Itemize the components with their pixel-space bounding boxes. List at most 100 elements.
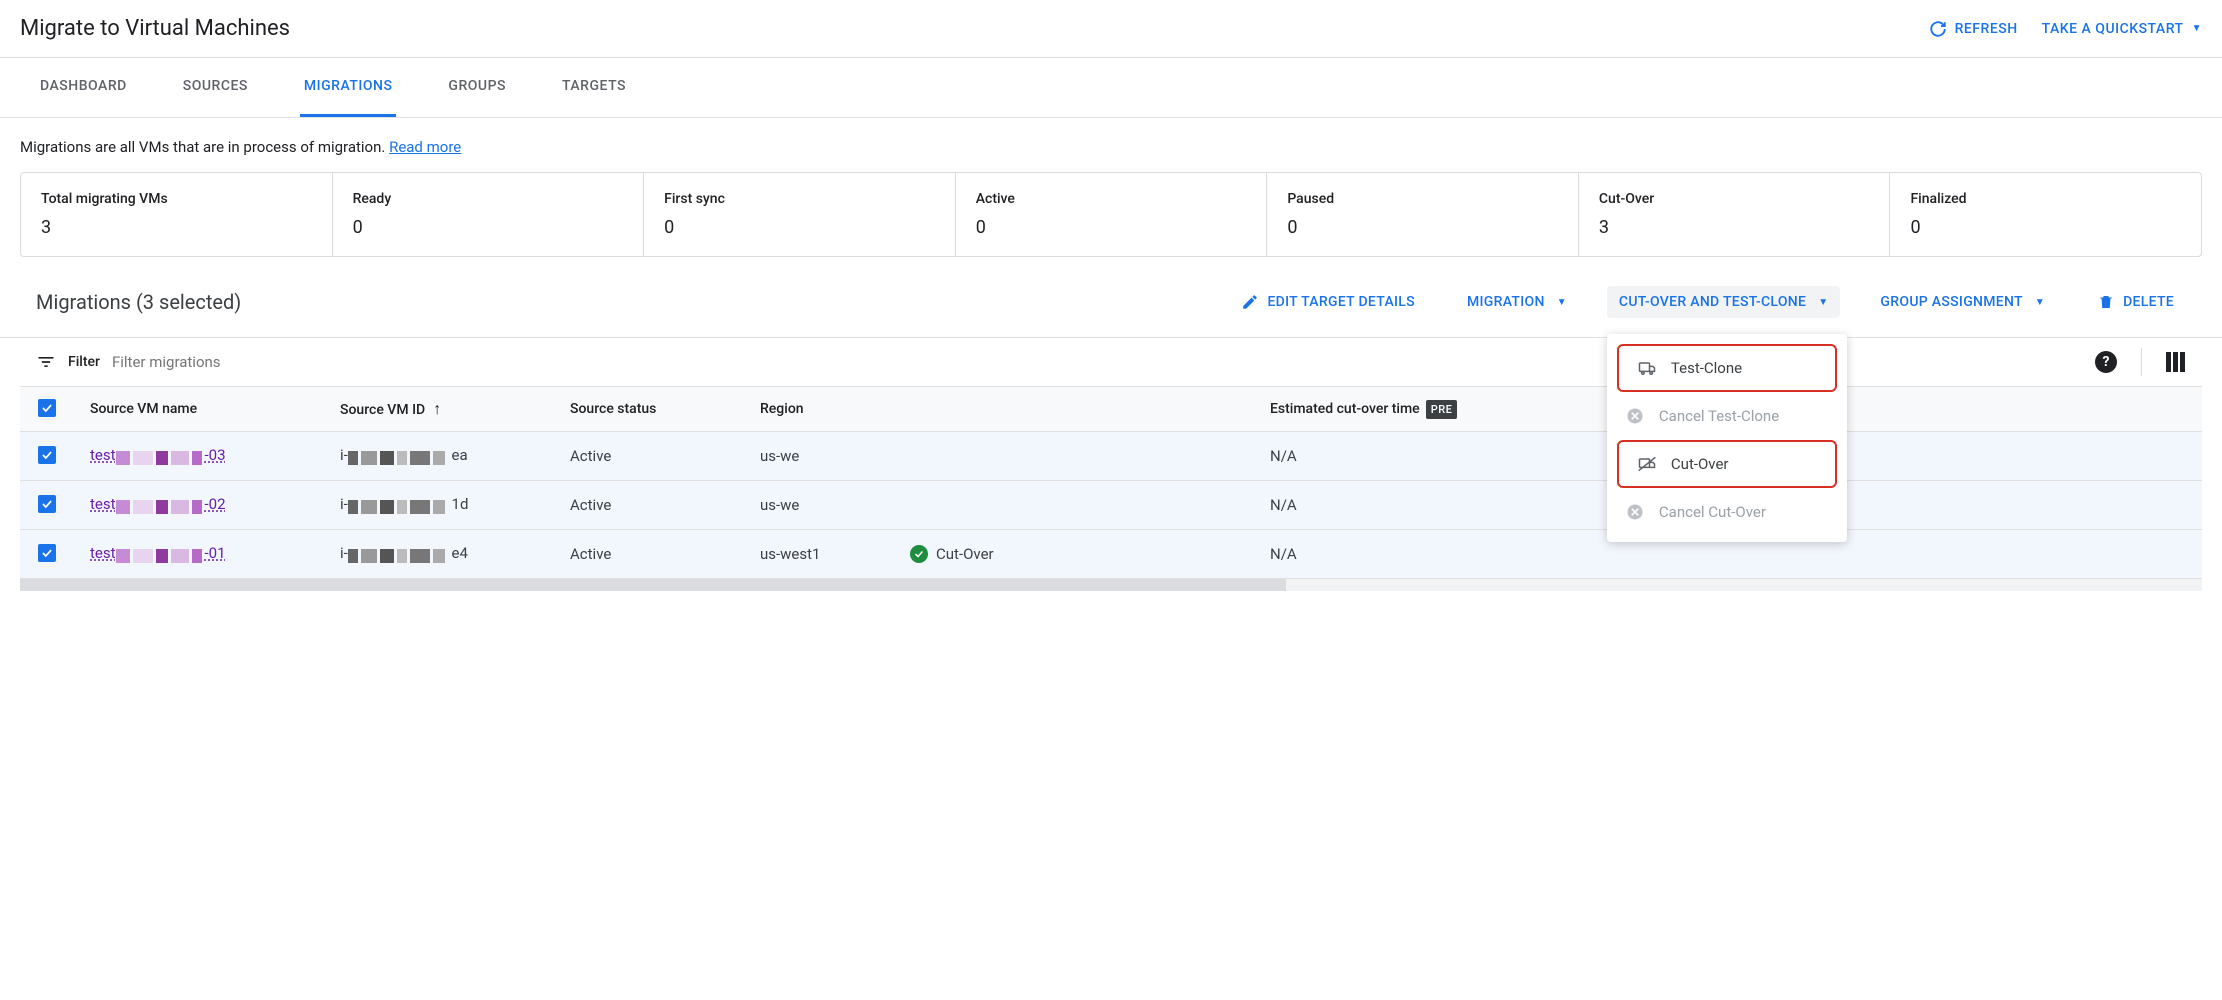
col-id-label: Source VM ID <box>340 402 425 418</box>
chevron-down-icon: ▼ <box>2035 297 2045 308</box>
stat-item: Ready0 <box>333 173 645 256</box>
group-assignment-label: GROUP ASSIGNMENT <box>1880 294 2022 310</box>
quickstart-button[interactable]: TAKE A QUICKSTART ▼ <box>2042 21 2202 37</box>
delete-button[interactable]: DELETE <box>2085 285 2186 319</box>
stat-label: Total migrating VMs <box>41 191 312 207</box>
migration-status-label: Cut-Over <box>936 545 994 563</box>
header-actions: REFRESH TAKE A QUICKSTART ▼ <box>1929 20 2202 38</box>
vm-id: i- 1d <box>324 481 554 530</box>
edit-target-button[interactable]: EDIT TARGET DETAILS <box>1229 285 1427 319</box>
stat-value: 3 <box>41 217 312 238</box>
stat-item: Cut-Over 3 <box>1579 173 1891 256</box>
table-wrap: Source VM name Source VM ID ↑ Source stat… <box>20 386 2202 579</box>
stat-value: 0 <box>664 217 935 238</box>
col-checkbox <box>20 387 74 432</box>
tab-targets[interactable]: TARGETS <box>558 58 630 117</box>
col-source-vm-name[interactable]: Source VM name <box>74 387 324 432</box>
trash-icon <box>2097 293 2115 311</box>
row-checkbox[interactable] <box>38 495 56 513</box>
stat-item: First sync 0 <box>644 173 956 256</box>
select-all-checkbox[interactable] <box>38 399 56 417</box>
source-status: Active <box>554 530 744 579</box>
cutover-testclone-button[interactable]: CUT-OVER AND TEST-CLONE ▼ <box>1607 286 1841 318</box>
table-row[interactable]: test-01i- e4Activeus-west1Cut-OverN/A <box>20 530 2202 579</box>
stat-value: 0 <box>1287 217 1558 238</box>
row-checkbox[interactable] <box>38 544 56 562</box>
dropdown-cancel-cut-over[interactable]: Cancel Cut-Over <box>1607 490 1847 534</box>
stat-label: Cut-Over <box>1599 191 1870 207</box>
col-region[interactable]: Region <box>744 387 894 432</box>
chevron-down-icon: ▼ <box>2192 23 2202 34</box>
cutover-dropdown: Test-Clone Cancel Test-Clone Cut-Over Ca… <box>1607 334 1847 542</box>
source-status: Active <box>554 432 744 481</box>
cancel-icon <box>1625 406 1645 426</box>
scrollbar-thumb[interactable] <box>20 579 1286 591</box>
description: Migrations are all VMs that are in proce… <box>0 118 2222 172</box>
col-source-vm-id[interactable]: Source VM ID ↑ <box>324 387 554 432</box>
stat-value: 0 <box>976 217 1247 238</box>
region: us-west1 <box>744 530 894 579</box>
dropdown-test-clone[interactable]: Test-Clone <box>1619 346 1835 390</box>
vm-name-link[interactable]: test-02 <box>90 495 226 513</box>
tab-dashboard[interactable]: DASHBOARD <box>36 58 131 117</box>
quickstart-label: TAKE A QUICKSTART <box>2042 21 2184 37</box>
vm-name-link[interactable]: test-01 <box>90 544 226 562</box>
check-icon <box>910 545 928 563</box>
stat-item: Paused 0 <box>1267 173 1579 256</box>
table-row[interactable]: test-02i- 1dActiveus-weN/A <box>20 481 2202 530</box>
table-row[interactable]: test-03i- eaActiveus-weN/A <box>20 432 2202 481</box>
toolbar: Migrations (3 selected) EDIT TARGET DETA… <box>0 257 2222 337</box>
cutover-label: CUT-OVER AND TEST-CLONE <box>1619 294 1806 310</box>
stats-box: Total migrating VMs3Ready0First sync0Act… <box>20 172 2202 257</box>
stat-label: Paused <box>1287 191 1558 207</box>
col-est-time-label: Estimated cut-over time <box>1270 401 1420 417</box>
delete-label: DELETE <box>2123 294 2174 310</box>
filter-bar: Filter ? <box>0 337 2222 386</box>
cut-over-icon <box>1637 454 1657 474</box>
col-source-status[interactable]: Source status <box>554 387 744 432</box>
page-title: Migrate to Virtual Machines <box>20 16 290 41</box>
vm-id: i- e4 <box>324 530 554 579</box>
stat-label: Finalized <box>1910 191 2181 207</box>
refresh-button[interactable]: REFRESH <box>1929 20 2018 38</box>
help-icon[interactable]: ? <box>2095 351 2117 373</box>
stat-label: Active <box>976 191 1247 207</box>
tab-migrations[interactable]: MIGRATIONS <box>300 58 397 117</box>
migration-button[interactable]: MIGRATION ▼ <box>1455 286 1579 318</box>
stat-label: First sync <box>664 191 935 207</box>
refresh-icon <box>1929 20 1947 38</box>
cancel-icon <box>1625 502 1645 522</box>
stat-value: 0 <box>353 217 624 238</box>
migrations-table: Source VM name Source VM ID ↑ Source stat… <box>20 386 2202 579</box>
chevron-down-icon: ▼ <box>1557 297 1567 308</box>
dropdown-cancel-test-clone[interactable]: Cancel Test-Clone <box>1607 394 1847 438</box>
read-more-link[interactable]: Read more <box>389 138 461 156</box>
dropdown-cut-over-label: Cut-Over <box>1671 455 1729 473</box>
migration-status: Cut-Over <box>910 545 1238 563</box>
migration-label: MIGRATION <box>1467 294 1545 310</box>
tab-sources[interactable]: SOURCES <box>179 58 252 117</box>
horizontal-scrollbar[interactable] <box>20 579 2202 591</box>
stat-item: Active 0 <box>956 173 1268 256</box>
description-text: Migrations are all VMs that are in proce… <box>20 138 389 156</box>
preview-badge: PRE <box>1426 400 1458 419</box>
tab-groups[interactable]: GROUPS <box>444 58 510 117</box>
col-migration-status[interactable] <box>894 387 1254 432</box>
stat-value: 3 <box>1599 217 1870 238</box>
sort-asc-icon: ↑ <box>433 399 441 418</box>
region: us-we <box>744 432 894 481</box>
stat-item: Finalized 0 <box>1890 173 2201 256</box>
dropdown-cut-over[interactable]: Cut-Over <box>1619 442 1835 486</box>
tabs: DASHBOARD SOURCES MIGRATIONS GROUPS TARG… <box>0 58 2222 118</box>
page-header: Migrate to Virtual Machines REFRESH TAKE… <box>0 0 2222 58</box>
source-status: Active <box>554 481 744 530</box>
filter-right: ? <box>2095 348 2186 376</box>
columns-icon[interactable] <box>2166 352 2186 372</box>
row-checkbox[interactable] <box>38 446 56 464</box>
dropdown-cancel-cut-over-label: Cancel Cut-Over <box>1659 503 1766 521</box>
group-assignment-button[interactable]: GROUP ASSIGNMENT ▼ <box>1868 286 2057 318</box>
vm-name-link[interactable]: test-03 <box>90 446 226 464</box>
region: us-we <box>744 481 894 530</box>
stat-value: 0 <box>1910 217 2181 238</box>
dropdown-test-clone-label: Test-Clone <box>1671 359 1742 377</box>
